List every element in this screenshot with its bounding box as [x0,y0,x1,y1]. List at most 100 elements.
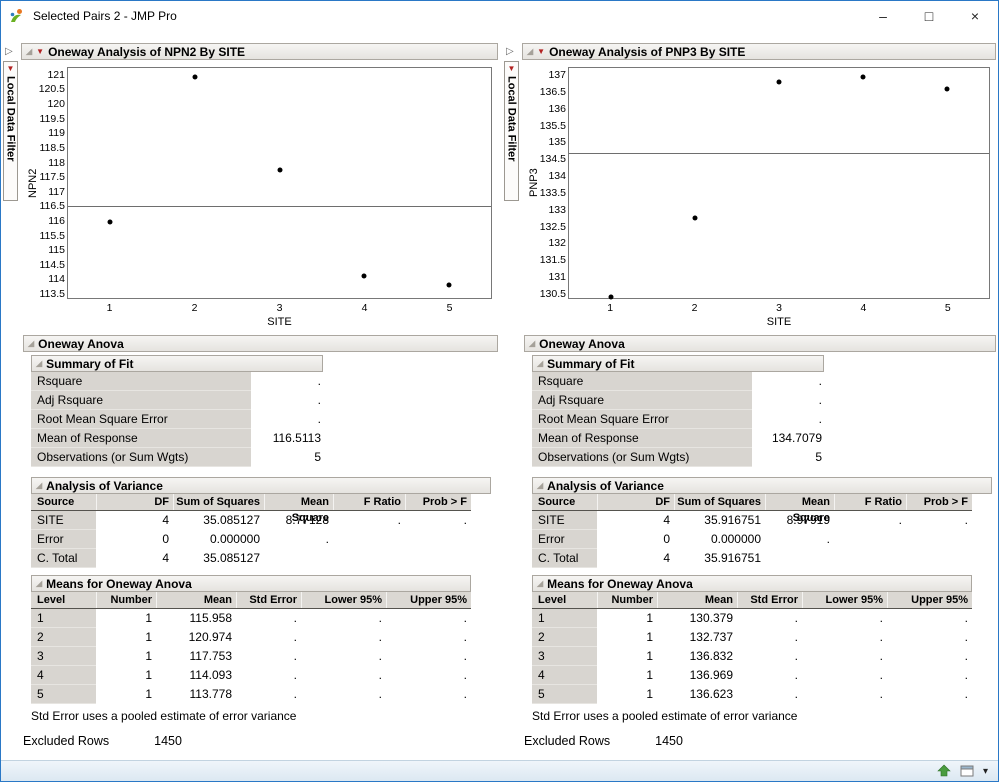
disclosure-icon[interactable]: ◢ [36,359,42,368]
grand-mean-line [68,205,491,207]
data-point-marker[interactable] [277,167,282,173]
column-header: Prob > F [906,494,972,510]
cell [405,530,471,549]
summary-label: Root Mean Square Error [31,410,251,429]
disclosure-icon[interactable]: ◢ [28,339,34,348]
cell: . [293,611,297,625]
data-point-marker[interactable] [361,273,367,279]
red-triangle-menu-icon[interactable]: ▼ [36,47,44,56]
collapse-filter-arrow-icon[interactable]: ▷ [506,46,514,57]
disclosure-icon[interactable]: ◢ [36,579,42,588]
minimize-button[interactable]: – [860,1,906,31]
cell [906,530,972,549]
outline-title: Analysis of Variance [547,478,664,493]
disclosure-icon[interactable]: ◢ [527,47,533,56]
red-triangle-menu-icon[interactable]: ▼ [537,47,545,56]
cell: 1 [646,649,653,663]
row-label: 4 [532,666,597,685]
data-point-marker[interactable] [446,282,452,288]
red-triangle-menu-icon[interactable]: ▼ [508,65,516,73]
cell: 1 [646,630,653,644]
data-point-marker[interactable] [944,86,950,92]
excluded-rows: Excluded Rows 1450 [524,734,683,748]
x-axis[interactable]: 1 2 3 4 5 [67,302,492,315]
y-tick-label: 116.5 [39,200,66,213]
title-bar[interactable]: Selected Pairs 2 - JMP Pro – □ × [1,1,998,31]
cell: 1 [145,687,152,701]
data-point-marker[interactable] [107,219,113,225]
outline-header-summary-of-fit[interactable]: ◢ Summary of Fit [31,355,323,372]
cell: 4 [663,551,670,565]
x-tick-label: 4 [860,302,867,314]
cell: 1 [646,687,653,701]
y-tick-label: 117 [48,185,65,198]
data-point-marker[interactable] [776,79,782,85]
summary-label: Rsquare [31,372,251,391]
cell: . [463,513,467,527]
y-tick-label: 115.5 [39,229,66,242]
red-triangle-menu-icon[interactable]: ▼ [7,65,15,73]
outline-title: Oneway Anova [38,336,124,351]
maximize-button[interactable]: □ [906,1,952,31]
data-point-marker[interactable] [860,74,866,80]
summary-label: Adj Rsquare [532,391,752,410]
summary-label: Adj Rsquare [31,391,251,410]
cell: 1 [145,611,152,625]
outline-header-analysis-of-variance[interactable]: ◢ Analysis of Variance [31,477,491,494]
summary-label: Mean of Response [532,429,752,448]
column-header: Sum of Squares [173,494,264,510]
close-button[interactable]: × [952,1,998,31]
summary-row: Adj Rsquare. [532,391,824,410]
cell: . [293,630,297,644]
excluded-rows-label: Excluded Rows [524,734,611,748]
outline-header-oneway-analysis[interactable]: ◢ ▼ Oneway Analysis of NPN2 By SITE [21,43,498,60]
disclosure-icon[interactable]: ◢ [537,481,543,490]
data-point-marker[interactable] [692,215,698,221]
column-header: Mean Square [264,494,333,524]
outline-header-oneway-anova[interactable]: ◢ Oneway Anova [23,335,498,352]
oneway-scatter-plot: PNP3 137 136.5 136 135.5 135 134.5 134 133.5 133… [522,67,992,329]
summary-row: Mean of Response 116.5113 [31,429,323,448]
cell: . [794,630,798,644]
y-axis[interactable]: 121 120.5 120 119.5 119 118.5 118 117.5 117 116.5… [35,67,66,300]
outline-header-means[interactable]: ◢ Means for Oneway Anova [532,575,972,592]
cell: 113.778 [189,687,233,701]
x-tick-label: 3 [776,302,782,314]
disclosure-icon[interactable]: ◢ [529,339,535,348]
x-axis[interactable]: 1 2 3 4 5 [568,302,990,315]
disclosure-icon[interactable]: ◢ [26,47,32,56]
column-header: Number [597,592,657,608]
y-tick-label: 114 [48,273,65,286]
analysis-of-variance-table: Source DF Sum of Squares Mean Square F Ratio… [532,494,972,568]
status-dropdown-arrow-icon[interactable]: ▾ [983,766,988,777]
cell: 0.000000 [209,532,260,546]
outline-title: Summary of Fit [46,356,134,371]
local-data-filter-tab[interactable]: ▼ Local Data Filter [3,61,18,201]
data-point-marker[interactable] [192,74,198,80]
local-data-filter-tab[interactable]: ▼ Local Data Filter [504,61,519,201]
outline-header-means[interactable]: ◢ Means for Oneway Anova [31,575,471,592]
window-icon[interactable] [960,765,974,777]
table-row: 2 1 120.974... [31,628,471,647]
outline-header-oneway-anova[interactable]: ◢ Oneway Anova [524,335,996,352]
table-row: SITE 4 35.085127 8.77128.. [31,511,471,530]
disclosure-icon[interactable]: ◢ [537,579,543,588]
summary-row: Rsquare. [532,372,824,391]
data-point-marker[interactable] [608,294,614,300]
outline-header-analysis-of-variance[interactable]: ◢ Analysis of Variance [532,477,992,494]
outline-header-summary-of-fit[interactable]: ◢ Summary of Fit [532,355,824,372]
local-data-filter-label: Local Data Filter [4,76,17,162]
summary-value: . [818,412,822,426]
summary-value: . [317,412,321,426]
plot-frame[interactable] [67,67,492,299]
x-tick-label: 2 [691,302,698,314]
y-axis[interactable]: 137 136.5 136 135.5 135 134.5 134 133.5 133 132.5… [536,67,566,300]
outline-header-oneway-analysis[interactable]: ◢ ▼ Oneway Analysis of PNP3 By SITE [522,43,996,60]
home-window-icon[interactable] [937,764,951,778]
plot-frame[interactable] [568,67,990,300]
disclosure-icon[interactable]: ◢ [36,481,42,490]
collapse-filter-arrow-icon[interactable]: ▷ [5,46,13,57]
y-tick-label: 133.5 [539,186,566,199]
disclosure-icon[interactable]: ◢ [537,359,543,368]
report-area: ▷ ▼ Local Data Filter ◢ ▼ Oneway Analysi… [1,31,998,760]
